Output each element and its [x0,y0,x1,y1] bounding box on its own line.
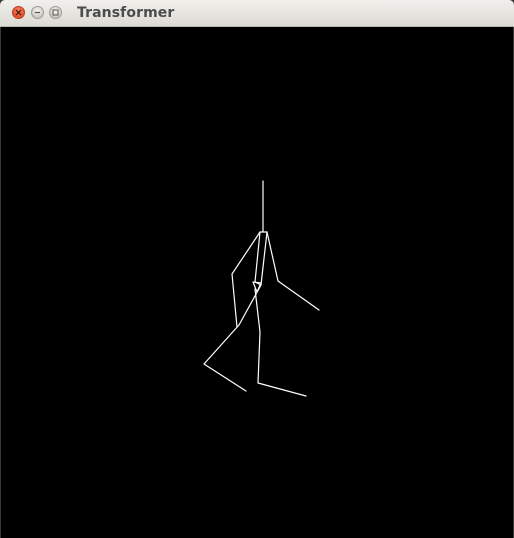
stick-figure [203,180,320,397]
title-bar[interactable]: Transformer [0,0,514,27]
maximize-icon [52,9,59,16]
close-button[interactable] [12,6,25,19]
figure-torso [254,231,268,286]
minimize-button[interactable] [31,6,44,19]
drawing-canvas[interactable] [1,27,513,538]
figure-left-leg [203,284,262,392]
figure-right-leg [254,288,307,397]
minimize-icon [35,11,40,14]
window-title: Transformer [77,5,175,21]
close-icon [15,9,22,16]
figure-right-arm [266,231,320,311]
app-window: Transformer [0,0,514,538]
maximize-button[interactable] [49,6,62,19]
